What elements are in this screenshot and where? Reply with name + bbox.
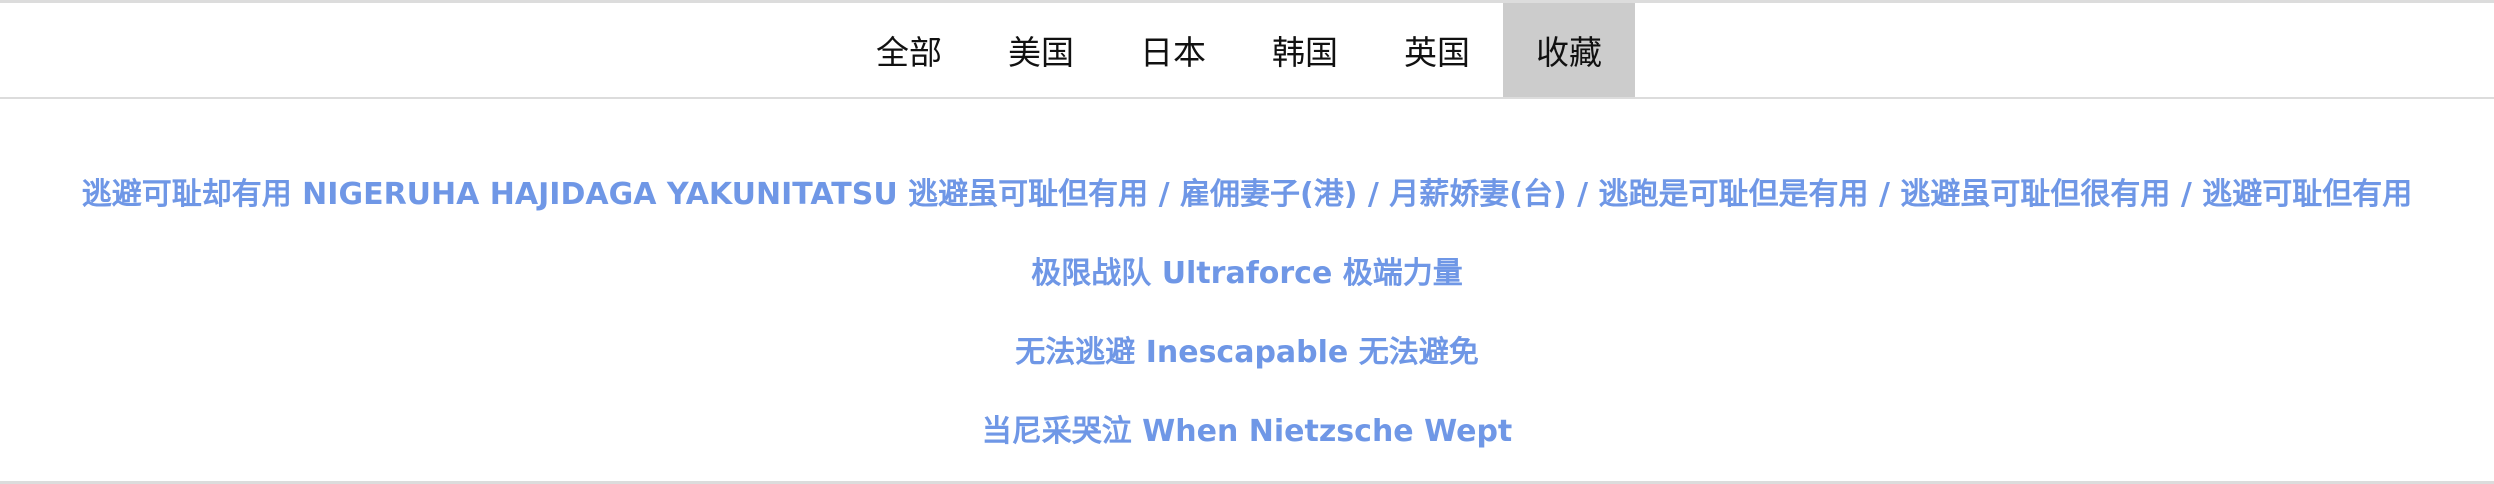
list-item[interactable]: 极限战队 Ultraforce 极端力量 xyxy=(0,230,2494,309)
tab-all[interactable]: 全部 xyxy=(843,3,975,97)
tab-usa[interactable]: 美国 xyxy=(975,3,1107,97)
page: 全部 美国 日本 韩国 英国 收藏 逃避可耻却有用 NIGERUHA HAJID… xyxy=(0,0,2494,484)
list-item[interactable]: 无法逃避 Inescapable 无法避免 xyxy=(0,309,2494,388)
favorites-list: 逃避可耻却有用 NIGERUHA HAJIDAGA YAKUNITATSU 逃避… xyxy=(0,151,2494,467)
list-item[interactable]: 当尼采哭泣 When Nietzsche Wept xyxy=(0,388,2494,467)
tab-favorites[interactable]: 收藏 xyxy=(1503,3,1635,97)
list-item[interactable]: 逃避可耻却有用 NIGERUHA HAJIDAGA YAKUNITATSU 逃避… xyxy=(0,151,2494,230)
tab-uk[interactable]: 英国 xyxy=(1371,3,1503,97)
tab-japan[interactable]: 日本 xyxy=(1107,3,1239,97)
tab-list: 全部 美国 日本 韩国 英国 收藏 xyxy=(843,3,1635,97)
tab-korea[interactable]: 韩国 xyxy=(1239,3,1371,97)
category-tab-bar: 全部 美国 日本 韩国 英国 收藏 xyxy=(0,3,2494,99)
